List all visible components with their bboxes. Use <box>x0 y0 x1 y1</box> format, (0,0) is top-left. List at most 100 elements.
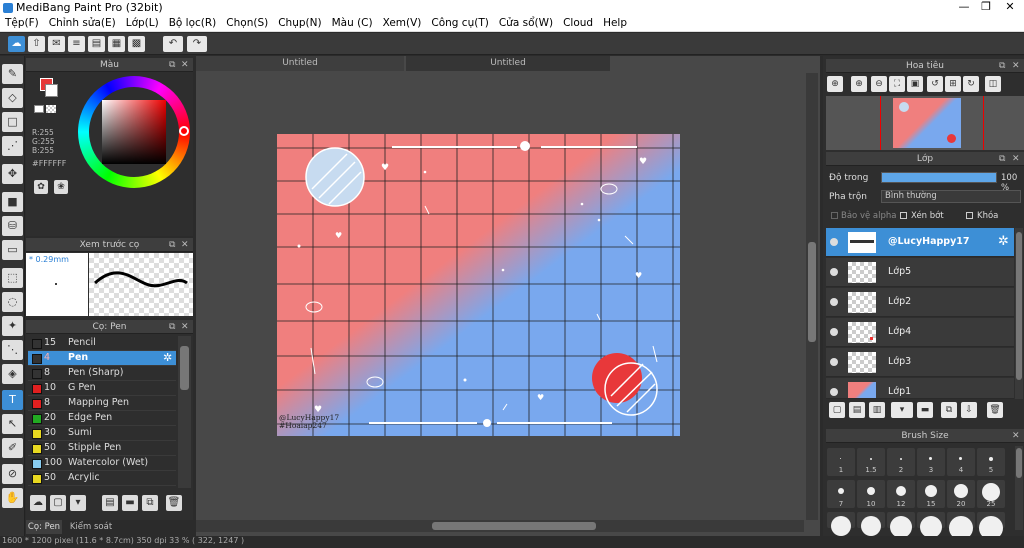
new-layer-icon[interactable]: ▢ <box>829 402 845 418</box>
brush-size-preset[interactable]: 5 <box>977 448 1005 476</box>
menu-filter[interactable]: Bộ lọc(R) <box>164 16 222 29</box>
actual-size-icon[interactable]: ▣ <box>907 76 923 92</box>
minimize-button[interactable]: — <box>953 0 975 16</box>
saturation-square[interactable] <box>102 100 166 164</box>
close-icon[interactable]: ✕ <box>181 320 189 334</box>
magic-wand-tool-icon[interactable]: ✦ <box>2 316 23 336</box>
hue-wheel[interactable] <box>78 76 190 188</box>
gradient-tool-icon[interactable]: ▭ <box>2 240 23 260</box>
layer-row[interactable]: Lớp4 <box>826 318 1014 347</box>
popout-icon[interactable]: ⧉ <box>169 320 175 334</box>
brush-file-icon[interactable]: ▤ <box>102 495 118 511</box>
layer-row[interactable]: Lớp2 <box>826 288 1014 317</box>
popout-icon[interactable]: ⧉ <box>999 59 1005 73</box>
brush-settings-icon[interactable]: ✲ <box>163 351 172 364</box>
brush-item[interactable]: 15 Pencil <box>28 336 176 351</box>
merge-down-icon[interactable]: ⇩ <box>961 402 977 418</box>
operation-tool-icon[interactable]: ↖ <box>2 414 23 434</box>
artwork-canvas[interactable]: ♥ ♥ ♥ ♥ ♥ ♥ @LucyHappy17 #Hoaiap247 <box>277 134 680 436</box>
brush-size-preset[interactable] <box>947 512 975 540</box>
visibility-icon[interactable] <box>830 358 838 366</box>
brush-size-preset[interactable]: 12 <box>887 480 915 508</box>
close-button[interactable]: ✕ <box>999 0 1021 16</box>
zoom-icon[interactable]: ⊕ <box>851 76 867 92</box>
brush-size-preset[interactable]: 1.5 <box>857 448 885 476</box>
visibility-icon[interactable] <box>830 298 838 306</box>
select-pen-tool-icon[interactable]: ⋱ <box>2 340 23 360</box>
scrollbar-thumb[interactable] <box>432 522 596 530</box>
flip-icon[interactable]: ◫ <box>985 76 1001 92</box>
reset-rotate-icon[interactable]: ⊞ <box>945 76 961 92</box>
bucket-tool-icon[interactable]: ⛁ <box>2 216 23 236</box>
fill-rect-tool-icon[interactable]: ■ <box>2 192 23 212</box>
brush-item[interactable]: 20 Edge Pen <box>28 411 176 426</box>
close-icon[interactable]: ✕ <box>1012 59 1020 73</box>
move-tool-icon[interactable]: ✥ <box>2 164 23 184</box>
layer-folder-icon[interactable]: ▬ <box>917 402 933 418</box>
menu-help[interactable]: Help <box>598 16 632 29</box>
brush-menu-icon[interactable]: ▾ <box>70 495 86 511</box>
add-brush-icon[interactable]: ▢ <box>50 495 66 511</box>
brush-size-preset[interactable] <box>827 512 855 536</box>
layers-scrollbar[interactable] <box>1015 228 1023 399</box>
cloud-brush-icon[interactable]: ☁ <box>30 495 46 511</box>
menu-color[interactable]: Màu (C) <box>327 16 378 29</box>
folder-icon[interactable]: ▬ <box>122 495 138 511</box>
fit-icon[interactable]: ⛶ <box>889 76 905 92</box>
brush-size-preset[interactable]: 25 <box>977 480 1005 508</box>
brush-size-preset[interactable]: 10 <box>857 480 885 508</box>
eyedropper-tool-icon[interactable]: ⊘ <box>2 464 23 484</box>
layer-row[interactable]: Lớp5 <box>826 258 1014 287</box>
secondary-color-swatch[interactable] <box>45 84 58 97</box>
menu-file[interactable]: Tệp(F) <box>0 16 44 29</box>
clipping-checkbox[interactable] <box>900 212 907 219</box>
popout-icon[interactable]: ⧉ <box>999 152 1005 166</box>
brush-size-scrollbar[interactable] <box>1015 446 1023 530</box>
menu-window[interactable]: Cửa sổ(W) <box>494 16 558 29</box>
scrollbar-thumb[interactable] <box>1016 232 1022 380</box>
popout-icon[interactable]: ⧉ <box>169 58 175 72</box>
layer-row[interactable]: Lớp1 <box>826 378 1014 399</box>
layer-row[interactable]: Lớp3 <box>826 348 1014 377</box>
delete-layer-icon[interactable]: 🗑 <box>987 402 1003 418</box>
brush-size-preset[interactable] <box>977 512 1005 540</box>
close-icon[interactable]: ✕ <box>181 238 189 252</box>
scrollbar-thumb[interactable] <box>808 242 816 342</box>
hand-tool-icon[interactable]: ✋ <box>2 488 23 508</box>
zoom-out-icon[interactable]: ⊖ <box>871 76 887 92</box>
menu-view[interactable]: Xem(V) <box>378 16 427 29</box>
brush-size-preset[interactable] <box>857 512 885 536</box>
brush-list-scrollbar[interactable] <box>178 336 191 488</box>
close-icon[interactable]: ✕ <box>181 58 189 72</box>
select-eraser-tool-icon[interactable]: ◈ <box>2 364 23 384</box>
comment-icon[interactable]: ✉ <box>48 36 65 52</box>
visibility-icon[interactable] <box>830 268 838 276</box>
hue-cursor[interactable] <box>179 126 189 136</box>
opacity-slider[interactable] <box>881 172 997 183</box>
menu-layer[interactable]: Lớp(L) <box>121 16 164 29</box>
visibility-icon[interactable] <box>830 328 838 336</box>
close-icon[interactable]: ✕ <box>1012 152 1020 166</box>
redo-icon[interactable]: ↷ <box>187 36 207 52</box>
lock-checkbox[interactable] <box>966 212 973 219</box>
cloud-icon[interactable]: ☁ <box>8 36 25 52</box>
select-rect-tool-icon[interactable]: ⬚ <box>2 268 23 288</box>
grid-icon[interactable]: ▩ <box>128 36 145 52</box>
checker-swatch[interactable] <box>46 105 56 113</box>
brush-item[interactable]: 50 Acrylic <box>28 471 176 486</box>
layer-menu-icon[interactable]: ▾ <box>891 402 913 418</box>
menu-cloud[interactable]: Cloud <box>558 16 598 29</box>
duplicate-icon[interactable]: ⧉ <box>142 495 158 511</box>
layer-row[interactable]: @LucyHappy17 ✲ <box>826 228 1014 257</box>
trash-icon[interactable]: 🗑 <box>166 495 182 511</box>
document-tab-active[interactable]: Untitled <box>406 56 610 71</box>
divide-tool-icon[interactable]: ✐ <box>2 438 23 458</box>
comment-list-icon[interactable]: ≡ <box>68 36 85 52</box>
page-manager-icon[interactable]: ▦ <box>108 36 125 52</box>
new-halftone-layer-icon[interactable]: ▤ <box>849 402 865 418</box>
menu-snap[interactable]: Chụp(N) <box>273 16 326 29</box>
blend-mode-select[interactable]: Bình thường <box>881 190 1021 203</box>
brush-item[interactable]: 10 G Pen <box>28 381 176 396</box>
brush-size-preset[interactable]: 3 <box>917 448 945 476</box>
rotate-right-icon[interactable]: ↻ <box>963 76 979 92</box>
